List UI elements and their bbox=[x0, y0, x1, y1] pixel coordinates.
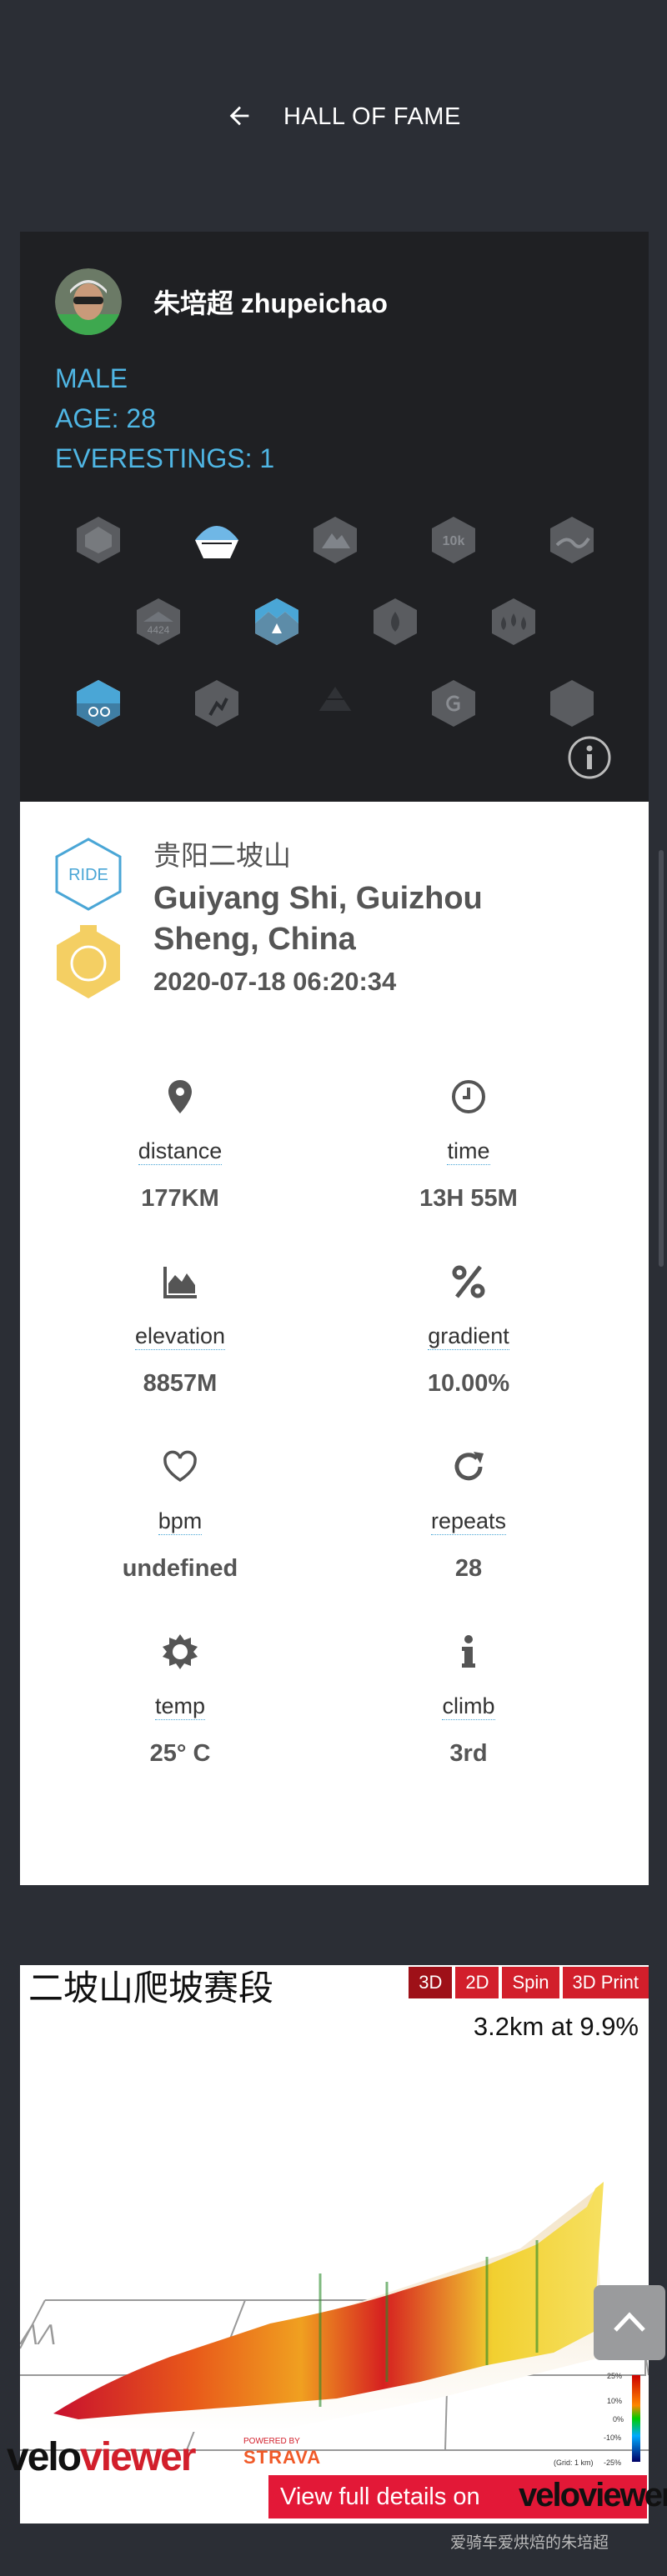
logo-part-b: viewer bbox=[80, 2435, 196, 2479]
athlete-profile-card: 朱培超 zhupeichao MALE AGE: 28 EVERESTINGS:… bbox=[20, 232, 649, 802]
stat-label[interactable]: temp bbox=[55, 1692, 305, 1720]
peak-icon[interactable] bbox=[253, 597, 300, 647]
stat-value: 25° C bbox=[149, 1740, 211, 1767]
view-mode-buttons: 3D 2D Spin 3D Print bbox=[409, 1967, 649, 1998]
stat-label[interactable]: time bbox=[344, 1137, 594, 1165]
legend-label: -25% bbox=[604, 2458, 622, 2467]
g-icon[interactable] bbox=[430, 678, 477, 728]
arrow-left-icon[interactable] bbox=[225, 102, 253, 130]
legend-label: 10% bbox=[607, 2397, 623, 2405]
route-name: 贵阳二坡山 bbox=[153, 840, 291, 871]
legend-label: 25% bbox=[607, 2372, 623, 2380]
legend-label: 0% bbox=[613, 2415, 624, 2423]
spin-button[interactable]: Spin bbox=[502, 1967, 559, 1998]
stat-value: undefined bbox=[122, 1555, 238, 1582]
watermark: 爱骑车爱烘焙的朱培超 bbox=[450, 2534, 609, 2552]
everestings-count: EVERESTINGS: 1 bbox=[55, 443, 275, 473]
chevron-up-icon bbox=[614, 2312, 645, 2332]
gender: MALE bbox=[55, 363, 128, 393]
hexagon-plain-icon[interactable] bbox=[549, 678, 595, 728]
grid-note: (Grid: 1 km) bbox=[554, 2458, 594, 2467]
stat-label[interactable]: elevation bbox=[55, 1322, 305, 1350]
medal-icon bbox=[57, 925, 120, 998]
stat-value: 177KM bbox=[141, 1185, 219, 1212]
badge-10k-text: 10k bbox=[443, 534, 465, 548]
stat-label[interactable]: distance bbox=[55, 1137, 305, 1165]
cyclist-hex-icon[interactable] bbox=[75, 678, 122, 728]
percent-icon bbox=[452, 1265, 485, 1298]
segment-title: 二坡山爬坡赛段 bbox=[28, 1968, 274, 2008]
repeat-icon bbox=[454, 1452, 484, 1481]
3d-print-button[interactable]: 3D Print bbox=[562, 1967, 649, 1998]
cyclist-dome-icon[interactable] bbox=[193, 515, 240, 565]
stat-label[interactable]: repeats bbox=[344, 1507, 594, 1535]
badge-4424-text: 4424 bbox=[148, 624, 170, 636]
4424-icon[interactable]: 4424 bbox=[135, 597, 182, 647]
stat-label-text[interactable]: elevation bbox=[134, 1323, 226, 1350]
stat-label-text[interactable]: time bbox=[447, 1138, 490, 1165]
view-full-text: View full details on bbox=[280, 2483, 480, 2510]
stat-value: 10.00% bbox=[427, 1370, 510, 1397]
age: AGE: 28 bbox=[55, 403, 156, 433]
activity-card: RIDE 贵阳二坡山 Guiyang Shi, Guizhou Sheng, C… bbox=[20, 802, 649, 1885]
stat-label-text[interactable]: repeats bbox=[430, 1508, 507, 1535]
clock-icon bbox=[452, 1080, 485, 1113]
location-pin-icon bbox=[168, 1080, 192, 1113]
route-icon[interactable] bbox=[549, 515, 595, 565]
stat-label[interactable]: climb bbox=[344, 1692, 594, 1720]
10k-icon[interactable]: 10k bbox=[430, 515, 477, 565]
activity-datetime: 2020-07-18 06:20:34 bbox=[153, 967, 397, 996]
page-title: HALL OF FAME bbox=[283, 103, 461, 130]
stat-value: 13H 55M bbox=[419, 1185, 518, 1212]
stat-label-text[interactable]: bpm bbox=[158, 1508, 203, 1535]
stat-value: 3rd bbox=[449, 1740, 488, 1767]
view-full-details-link[interactable]: View full details on veloviewer bbox=[268, 2475, 667, 2518]
mountain-10k-icon[interactable] bbox=[312, 515, 359, 565]
veloviewer-logo[interactable]: veloviewer bbox=[7, 2435, 196, 2479]
drop-icon[interactable] bbox=[372, 597, 419, 647]
stat-label-text[interactable]: climb bbox=[442, 1693, 495, 1720]
area-chart-icon bbox=[163, 1267, 197, 1298]
heart-icon bbox=[163, 1450, 197, 1483]
activity-type: RIDE bbox=[68, 866, 108, 884]
legend-label: -10% bbox=[604, 2433, 622, 2442]
stat-label-text[interactable]: gradient bbox=[428, 1323, 509, 1350]
info-icon bbox=[462, 1635, 475, 1668]
3d-button[interactable]: 3D bbox=[409, 1967, 453, 1998]
powered-by: POWERED BY bbox=[243, 2437, 300, 2446]
stat-label[interactable]: gradient bbox=[344, 1322, 594, 1350]
ride-badge: RIDE bbox=[55, 838, 122, 911]
stat-label[interactable]: bpm bbox=[55, 1507, 305, 1535]
sun-icon bbox=[163, 1634, 198, 1669]
strava-logo[interactable]: STRAVA bbox=[243, 2447, 321, 2468]
stat-value: 8857M bbox=[143, 1370, 218, 1397]
pyramid-icon[interactable] bbox=[312, 678, 359, 728]
scroll-to-top-button[interactable] bbox=[594, 2285, 665, 2360]
stat-value: 28 bbox=[454, 1555, 483, 1582]
view-full-logo: veloviewer bbox=[519, 2477, 667, 2513]
2d-button[interactable]: 2D bbox=[455, 1967, 499, 1998]
avatar[interactable] bbox=[55, 268, 122, 335]
vv-mini-logo: ⋀⋀ bbox=[20, 2320, 56, 2345]
info-icon[interactable] bbox=[567, 735, 612, 780]
activity-location: Guiyang Shi, Guizhou Sheng, China bbox=[153, 881, 483, 957]
runner-hex-icon[interactable] bbox=[193, 678, 240, 728]
scrollbar[interactable] bbox=[659, 850, 664, 1267]
stat-label-text[interactable]: distance bbox=[138, 1138, 223, 1165]
hexagon-mountain-icon[interactable] bbox=[75, 515, 122, 565]
logo-part-a: velo bbox=[7, 2435, 82, 2479]
athlete-name[interactable]: 朱培超 zhupeichao bbox=[153, 287, 388, 320]
segment-summary: 3.2km at 9.9% bbox=[473, 2012, 639, 2041]
triple-drop-icon[interactable] bbox=[490, 597, 537, 647]
page-header: HALL OF FAME bbox=[0, 0, 667, 233]
stat-label-text[interactable]: temp bbox=[154, 1693, 206, 1720]
